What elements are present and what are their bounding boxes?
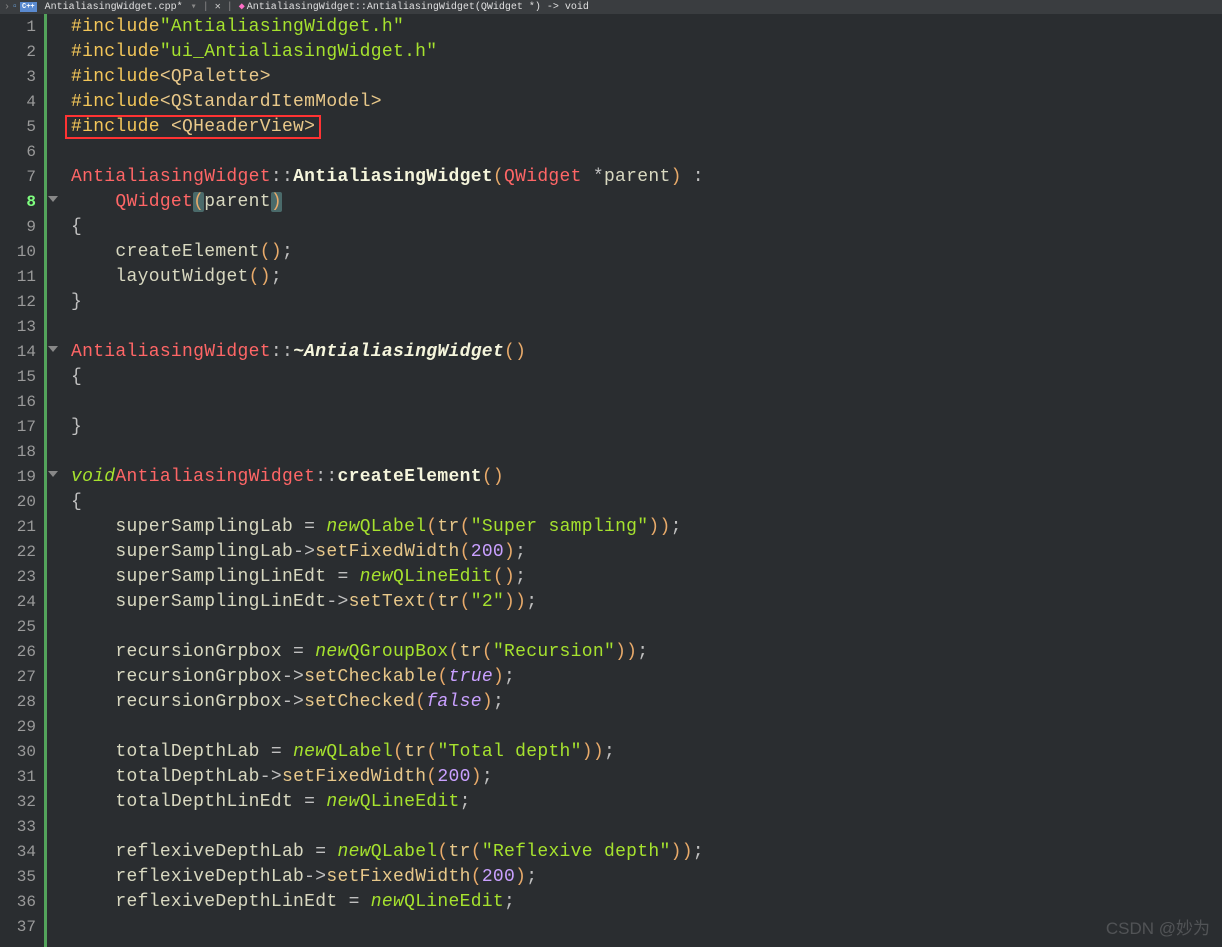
line-number: 6: [0, 139, 44, 164]
line-number: 20: [0, 489, 44, 514]
line-number: 30: [0, 739, 44, 764]
fold-toggle-icon[interactable]: [48, 196, 58, 202]
line-number: 13: [0, 314, 44, 339]
line-number: 16: [0, 389, 44, 414]
line-number: 31: [0, 764, 44, 789]
line-number: 27: [0, 664, 44, 689]
matched-paren-open: (: [193, 192, 204, 212]
line-number: 36: [0, 889, 44, 914]
line-number: 34: [0, 839, 44, 864]
breadcrumb[interactable]: AntialiasingWidget::AntialiasingWidget(Q…: [247, 2, 589, 13]
line-number: 23: [0, 564, 44, 589]
line-number: 2: [0, 39, 44, 64]
tab-bar: › ▫ C++ AntialiasingWidget.cpp* ▾ | ✕ | …: [0, 0, 1222, 14]
line-number: 11: [0, 264, 44, 289]
line-number: 14: [0, 339, 44, 364]
line-number: 29: [0, 714, 44, 739]
line-number: 28: [0, 689, 44, 714]
line-number: 15: [0, 364, 44, 389]
line-number: 8: [0, 189, 44, 214]
close-icon[interactable]: ✕: [215, 1, 221, 13]
line-number: 10: [0, 239, 44, 264]
line-number: 9: [0, 214, 44, 239]
line-number: 5: [0, 114, 44, 139]
matched-paren-close: ): [271, 192, 282, 212]
tab-separator: |: [199, 2, 213, 13]
line-number-gutter: 1234567891011121314151617181920212223242…: [0, 14, 47, 947]
nav-forward-icon[interactable]: ›: [4, 2, 10, 13]
fold-gutter: [47, 14, 61, 947]
line-number: 12: [0, 289, 44, 314]
line-number: 26: [0, 639, 44, 664]
cpp-file-icon: C++: [20, 2, 37, 12]
pin-icon[interactable]: ▫: [12, 2, 18, 13]
tab-filename[interactable]: AntialiasingWidget.cpp*: [39, 2, 189, 13]
code-area[interactable]: #include "AntialiasingWidget.h" #include…: [61, 14, 1222, 947]
line-number: 19: [0, 464, 44, 489]
watermark: CSDN @妙为: [1106, 914, 1210, 939]
line-number: 37: [0, 914, 44, 939]
line-number: 35: [0, 864, 44, 889]
line-number: 25: [0, 614, 44, 639]
line-number: 18: [0, 439, 44, 464]
line-number: 22: [0, 539, 44, 564]
tag-icon: ◆: [239, 1, 245, 13]
dropdown-icon[interactable]: ▾: [191, 1, 197, 13]
breadcrumb-separator: |: [223, 2, 237, 13]
line-number: 1: [0, 14, 44, 39]
fold-toggle-icon[interactable]: [48, 346, 58, 352]
highlighted-line-box: #include <QHeaderView>: [65, 115, 321, 139]
line-number: 21: [0, 514, 44, 539]
line-number: 32: [0, 789, 44, 814]
line-number: 17: [0, 414, 44, 439]
line-number: 4: [0, 89, 44, 114]
code-editor[interactable]: 1234567891011121314151617181920212223242…: [0, 14, 1222, 947]
line-number: 7: [0, 164, 44, 189]
line-number: 3: [0, 64, 44, 89]
line-number: 24: [0, 589, 44, 614]
line-number: 33: [0, 814, 44, 839]
fold-toggle-icon[interactable]: [48, 471, 58, 477]
